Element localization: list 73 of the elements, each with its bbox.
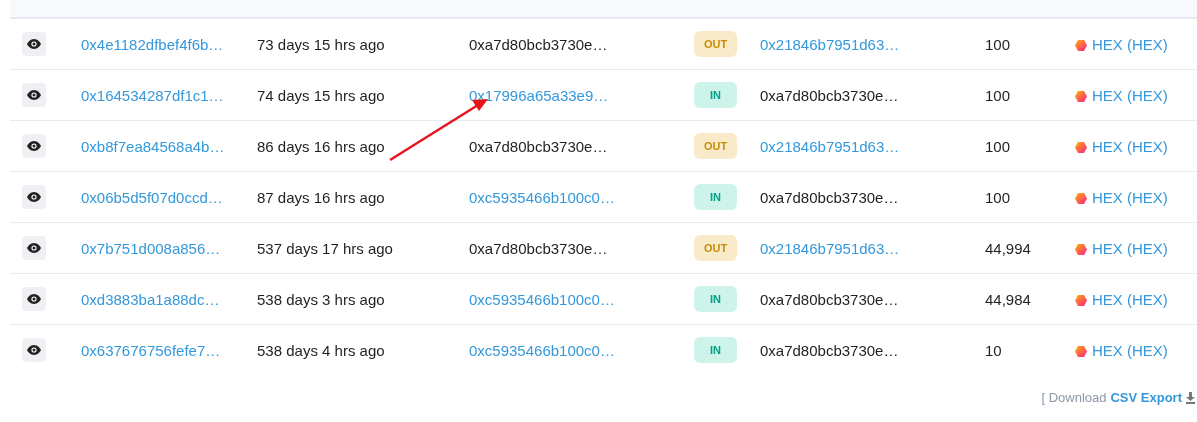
from-address-link[interactable]: 0x17996a65a33e9…: [469, 86, 609, 104]
txn-hash-link[interactable]: 0xd3883ba1a88dc…: [81, 290, 220, 308]
direction-badge: OUT: [694, 133, 737, 159]
txn-hash-link[interactable]: 0x637676756fefe7…: [81, 341, 221, 359]
from-address: 0xa7d80bcb3730e…: [469, 137, 608, 155]
age-text: 74 days 15 hrs ago: [257, 86, 385, 104]
download-icon: [1186, 391, 1195, 404]
eye-icon: [27, 39, 41, 49]
value-text: 100: [985, 137, 1011, 155]
token-link[interactable]: HEX (HEX): [1092, 86, 1168, 104]
value-text: 100: [985, 188, 1011, 206]
to-address: 0xa7d80bcb3730e…: [760, 341, 899, 359]
age-text: 538 days 3 hrs ago: [257, 290, 385, 308]
token-logo-icon: [1075, 295, 1087, 306]
eye-icon: [27, 192, 41, 202]
from-address-link[interactable]: 0xc5935466b100c0…: [469, 341, 615, 359]
token-logo-icon: [1075, 244, 1087, 255]
token-link[interactable]: HEX (HEX): [1092, 35, 1168, 53]
txn-hash-link[interactable]: 0xb8f7ea84568a4b…: [81, 137, 225, 155]
token-link[interactable]: HEX (HEX): [1092, 290, 1168, 308]
eye-icon: [27, 141, 41, 151]
to-address-link[interactable]: 0x21846b7951d63…: [760, 35, 900, 53]
token-link[interactable]: HEX (HEX): [1092, 239, 1168, 257]
view-button[interactable]: [22, 32, 46, 56]
direction-badge: IN: [694, 184, 737, 210]
value-text: 100: [985, 86, 1011, 104]
direction-badge: OUT: [694, 235, 737, 261]
value-text: 100: [985, 35, 1011, 53]
to-address-link[interactable]: 0x21846b7951d63…: [760, 239, 900, 257]
age-text: 86 days 16 hrs ago: [257, 137, 385, 155]
token-logo-icon: [1075, 91, 1087, 102]
direction-badge: OUT: [694, 31, 737, 57]
token-logo-icon: [1075, 346, 1087, 357]
view-button[interactable]: [22, 236, 46, 260]
age-text: 87 days 16 hrs ago: [257, 188, 385, 206]
token-logo-icon: [1075, 142, 1087, 153]
view-button[interactable]: [22, 338, 46, 362]
from-address-link[interactable]: 0xc5935466b100c0…: [469, 188, 615, 206]
view-button[interactable]: [22, 287, 46, 311]
age-text: 73 days 15 hrs ago: [257, 35, 385, 53]
eye-icon: [27, 90, 41, 100]
download-label: [ Download: [1041, 390, 1107, 405]
direction-badge: IN: [694, 337, 737, 363]
token-link[interactable]: HEX (HEX): [1092, 341, 1168, 359]
txn-hash-link[interactable]: 0x164534287df1c1…: [81, 86, 224, 104]
to-address: 0xa7d80bcb3730e…: [760, 290, 899, 308]
token-logo-icon: [1075, 193, 1087, 204]
to-address: 0xa7d80bcb3730e…: [760, 188, 899, 206]
to-address: 0xa7d80bcb3730e…: [760, 86, 899, 104]
eye-icon: [27, 243, 41, 253]
value-text: 44,994: [985, 239, 1031, 257]
from-address-link[interactable]: 0xc5935466b100c0…: [469, 290, 615, 308]
token-logo-icon: [1075, 40, 1087, 51]
token-link[interactable]: HEX (HEX): [1092, 137, 1168, 155]
to-address-link[interactable]: 0x21846b7951d63…: [760, 137, 900, 155]
txn-hash-link[interactable]: 0x06b5d5f07d0ccd…: [81, 188, 223, 206]
direction-badge: IN: [694, 286, 737, 312]
age-text: 538 days 4 hrs ago: [257, 341, 385, 359]
value-text: 44,984: [985, 290, 1031, 308]
txn-hash-link[interactable]: 0x7b751d008a856…: [81, 239, 221, 257]
direction-badge: IN: [694, 82, 737, 108]
view-button[interactable]: [22, 83, 46, 107]
csv-export-link[interactable]: CSV Export: [1110, 390, 1182, 405]
from-address: 0xa7d80bcb3730e…: [469, 35, 608, 53]
view-button[interactable]: [22, 185, 46, 209]
eye-icon: [27, 345, 41, 355]
eye-icon: [27, 294, 41, 304]
view-button[interactable]: [22, 134, 46, 158]
age-text: 537 days 17 hrs ago: [257, 239, 393, 257]
from-address: 0xa7d80bcb3730e…: [469, 239, 608, 257]
token-link[interactable]: HEX (HEX): [1092, 188, 1168, 206]
txn-hash-link[interactable]: 0x4e1182dfbef4f6b…: [81, 35, 224, 53]
value-text: 10: [985, 341, 1002, 359]
